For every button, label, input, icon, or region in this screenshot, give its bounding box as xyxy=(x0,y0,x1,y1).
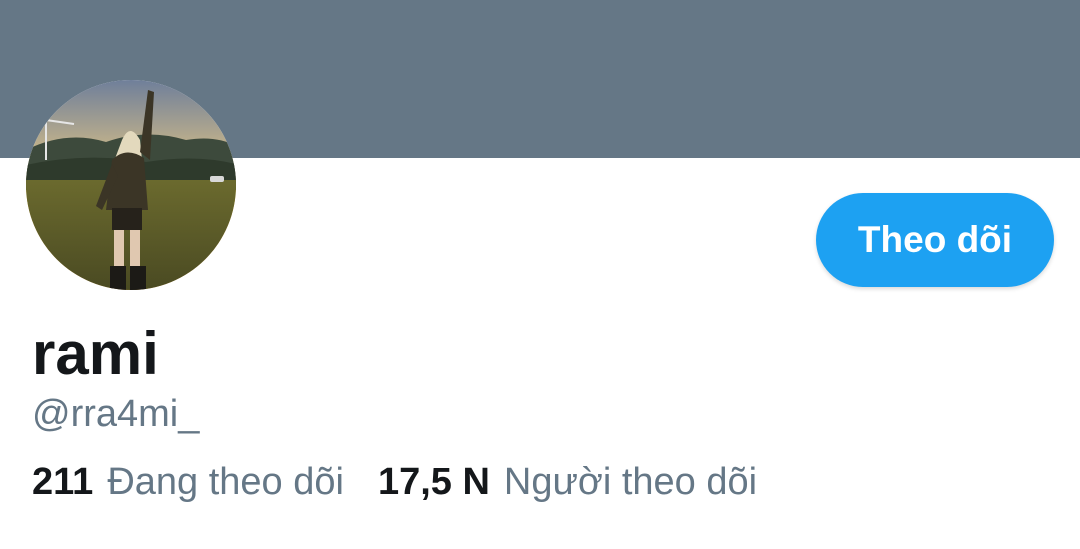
avatar-photo xyxy=(26,80,236,290)
followers-stat[interactable]: 17,5 N Người theo dõi xyxy=(378,458,757,506)
following-label: Đang theo dõi xyxy=(107,461,344,503)
followers-label: Người theo dõi xyxy=(503,461,758,503)
display-name: rami xyxy=(32,320,159,387)
user-handle: @rra4mi_ xyxy=(32,393,200,435)
follow-button[interactable]: Theo dõi xyxy=(816,193,1054,287)
profile-page: Theo dõi rami @rra4mi_ 211 Đang theo dõi… xyxy=(0,0,1080,549)
profile-stats: 211 Đang theo dõi 17,5 N Người theo dõi xyxy=(32,458,757,506)
following-count: 211 xyxy=(32,461,94,503)
followers-count: 17,5 N xyxy=(377,461,490,503)
avatar[interactable] xyxy=(26,80,236,290)
following-stat[interactable]: 211 Đang theo dõi xyxy=(32,458,344,506)
